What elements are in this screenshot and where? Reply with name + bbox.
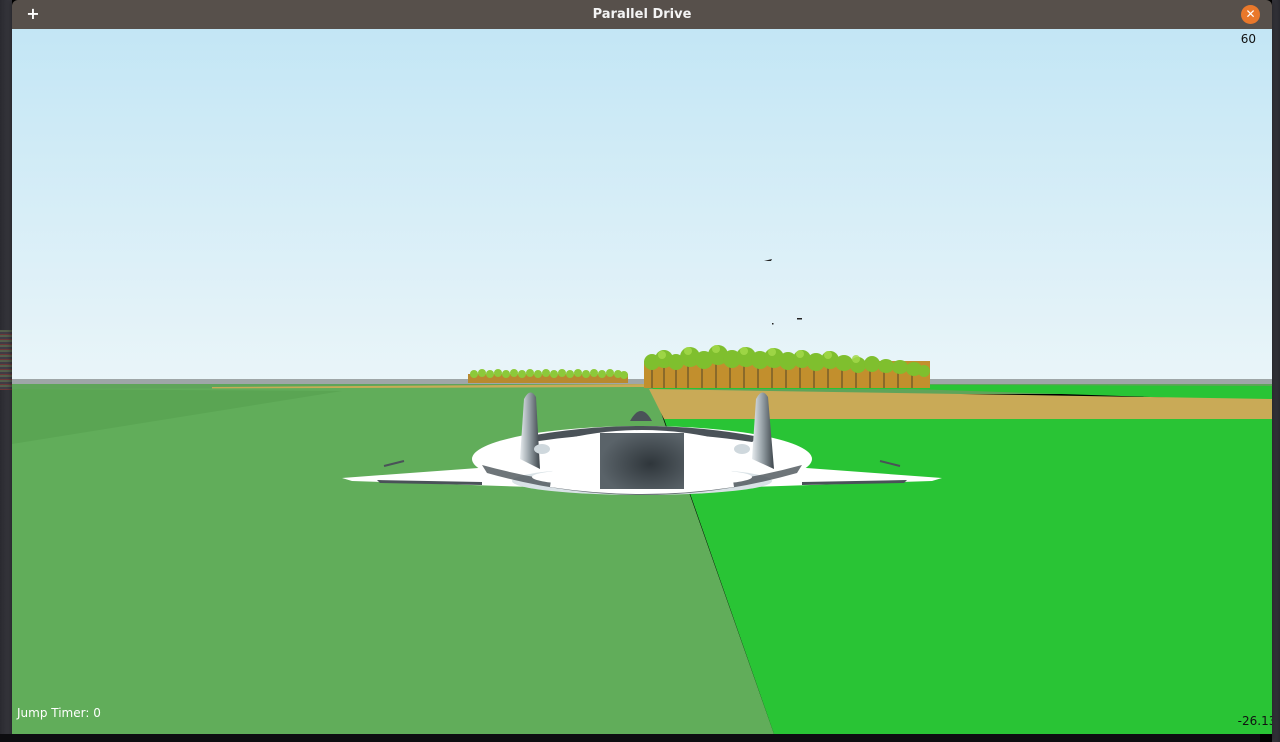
background-window-glitch [0,330,12,390]
jump-timer-label: Jump Timer: 0 [17,706,101,720]
fps-counter: 60 [1240,32,1256,46]
window-title: Parallel Drive [592,7,692,22]
background-window-edge [0,0,12,742]
plus-icon[interactable]: + [24,5,42,23]
game-viewport[interactable]: 60 Jump Timer: 0 -26.135 [12,29,1272,734]
desktop-bottom-strip [0,734,1260,742]
window-titlebar[interactable]: + Parallel Drive ✕ [12,0,1272,29]
coordinate-readout: -26.135 [1237,714,1272,728]
distant-treeline [468,369,628,383]
sky [12,29,1272,384]
close-icon[interactable]: ✕ [1241,5,1260,24]
game-window: + Parallel Drive ✕ 60 Jump Timer: 0 -26.… [12,0,1272,742]
background-window-edge-right [1272,0,1280,742]
game-scene [12,29,1272,734]
